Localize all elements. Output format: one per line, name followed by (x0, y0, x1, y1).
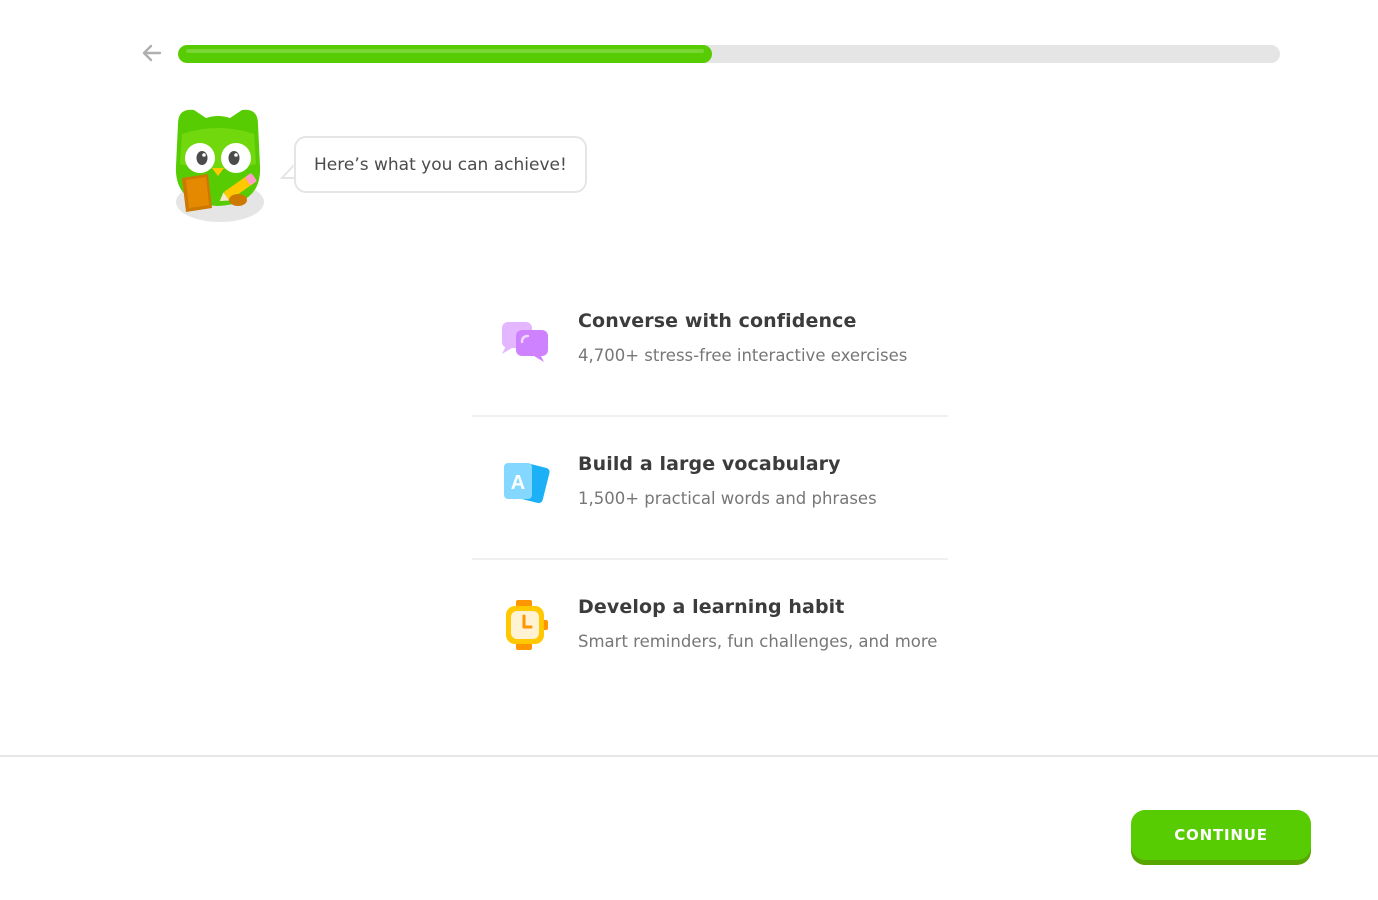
feature-item: A Build a large vocabulary 1,500+ practi… (472, 417, 948, 560)
arrow-left-icon (142, 44, 162, 62)
feature-item: Develop a learning habit Smart reminders… (472, 560, 948, 703)
progress-bar (178, 45, 1280, 63)
feature-description: 4,700+ stress-free interactive exercises (578, 346, 908, 365)
footer-divider (0, 755, 1378, 757)
feature-item: Converse with confidence 4,700+ stress-f… (472, 274, 948, 417)
speech-text: Here’s what you can achieve! (314, 154, 567, 175)
back-button[interactable] (136, 38, 166, 68)
feature-title: Build a large vocabulary (578, 453, 841, 475)
feature-description: Smart reminders, fun challenges, and mor… (578, 632, 938, 651)
speech-bubble: Here’s what you can achieve! (294, 136, 587, 193)
feature-list: Converse with confidence 4,700+ stress-f… (472, 274, 948, 703)
watch-icon (498, 598, 552, 652)
top-bar (0, 0, 1378, 100)
chat-bubbles-icon (498, 312, 552, 366)
continue-button[interactable]: CONTINUE (1131, 810, 1311, 860)
owl-mascot-icon (168, 104, 268, 226)
vocabulary-cards-icon: A (498, 455, 552, 509)
feature-description: 1,500+ practical words and phrases (578, 489, 877, 508)
progress-shine (186, 49, 705, 53)
progress-fill (178, 45, 713, 63)
feature-title: Develop a learning habit (578, 596, 845, 618)
feature-title: Converse with confidence (578, 310, 857, 332)
svg-text:A: A (511, 472, 525, 494)
